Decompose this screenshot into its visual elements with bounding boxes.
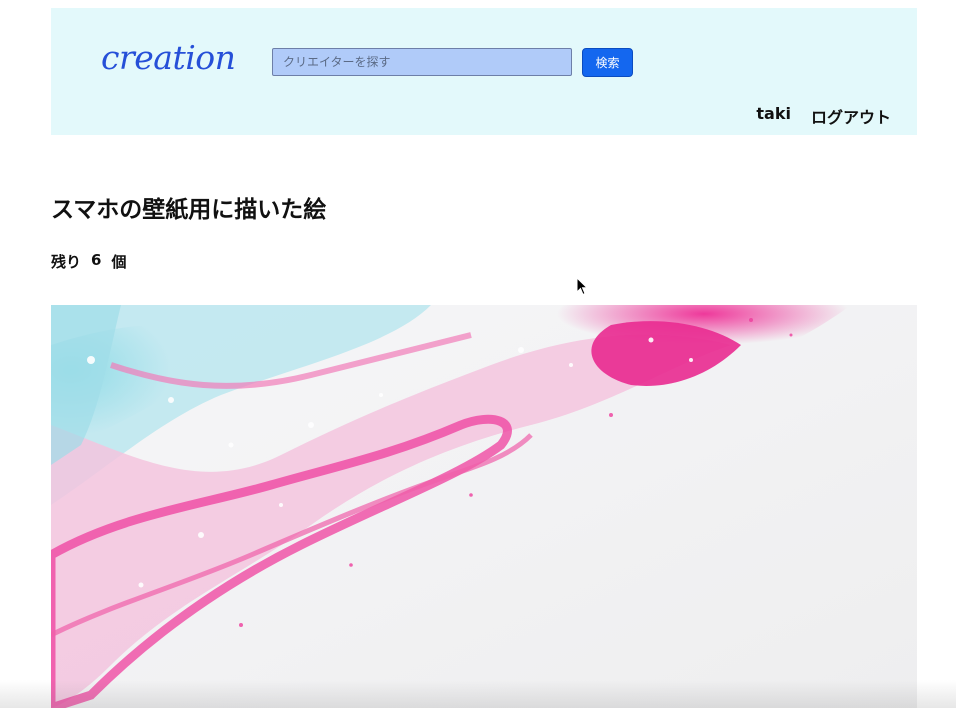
artwork-image [51,305,917,708]
username-link[interactable]: taki [756,104,791,128]
page-title: スマホの壁紙用に描いた絵 [51,197,327,223]
remaining-count: 6 [91,251,102,269]
logout-link[interactable]: ログアウト [811,104,891,128]
remaining-prefix: 残り [51,253,82,271]
remaining-unit: 個 [111,253,127,271]
remaining-stock: 残り 6 個 [51,251,126,272]
site-header: creation 検索 taki ログアウト [51,8,917,135]
user-nav: taki ログアウト [756,104,891,128]
creator-search-input[interactable] [272,48,572,76]
mouse-pointer-icon [576,276,590,301]
search-button[interactable]: 検索 [582,48,633,77]
site-logo[interactable]: creation [101,38,236,77]
